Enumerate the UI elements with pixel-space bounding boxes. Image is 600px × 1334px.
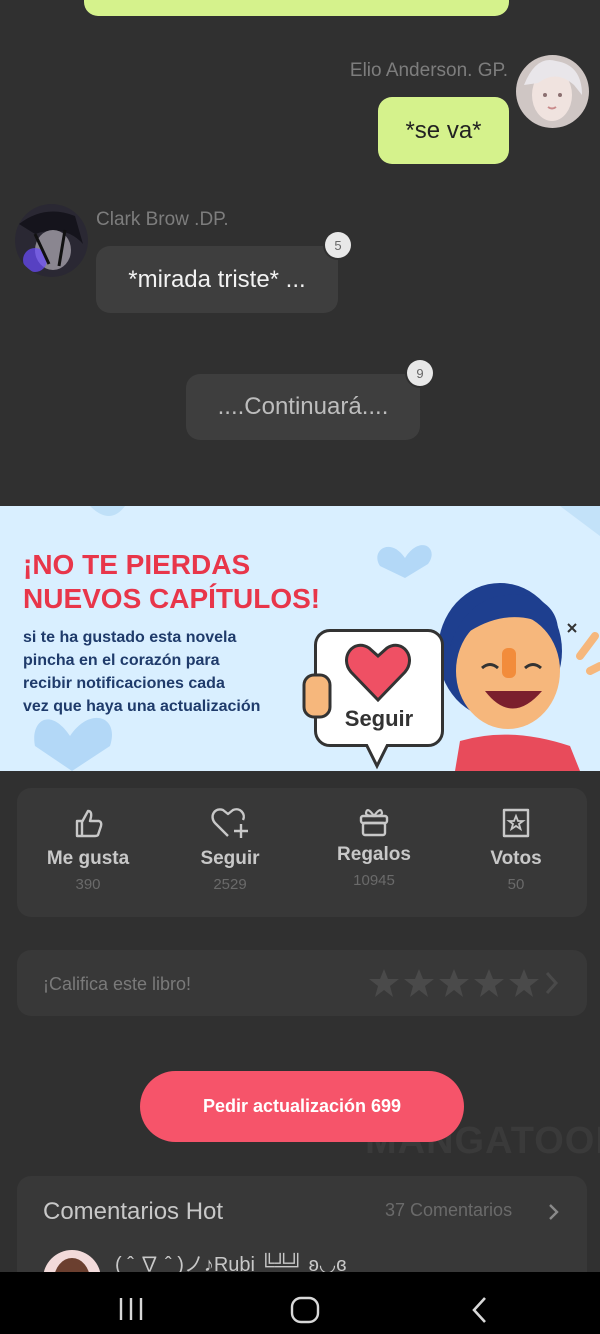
message-bubble[interactable]: *mirada triste* ... [96,246,338,313]
rating-stars[interactable] [367,967,567,999]
votes-button[interactable]: Votos 50 [451,806,581,893]
vote-ticket-icon [502,808,530,838]
banner-title: ¡NO TE PIERDAS NUEVOS CAPÍTULOS! [23,549,321,614]
stats-panel: Me gusta 390 Seguir 2529 Regalos 10945 V… [17,788,587,917]
back-icon[interactable] [468,1295,490,1325]
follow-promo-banner[interactable]: ¡NO TE PIERDAS NUEVOS CAPÍTULOS! si te h… [0,506,600,771]
gift-icon [359,809,389,837]
thumbs-up-icon [75,809,103,838]
stat-count: 390 [75,876,101,893]
heart-plus-icon [211,808,248,838]
mascot-character-icon [438,583,600,771]
stat-count: 2529 [213,876,247,893]
previous-message-bubble [84,0,509,16]
heart-icon [345,644,411,702]
like-button[interactable]: Me gusta 390 [23,806,153,893]
message-bubble[interactable]: *se va* [378,97,509,164]
follow-button[interactable]: Seguir 2529 [165,806,295,893]
rating-panel[interactable]: ¡Califica este libro! [17,950,587,1016]
sender-name: Clark Brow .DP. [96,209,229,230]
home-icon[interactable] [290,1296,320,1324]
reply-count-badge[interactable]: 9 [407,360,433,386]
stat-label: Regalos [337,844,411,865]
gifts-button[interactable]: Regalos 10945 [309,804,439,889]
comments-count-link[interactable]: 37 Comentarios [385,1200,512,1221]
stat-count: 50 [507,876,525,893]
system-navigation-bar [0,1272,600,1334]
stat-label: Votos [490,848,542,869]
reply-count-badge[interactable]: 5 [325,232,351,258]
sign-label: Seguir [344,706,414,731]
avatar[interactable] [15,204,88,277]
comments-title: Comentarios Hot [43,1198,224,1225]
avatar[interactable] [516,55,589,128]
narration-bubble[interactable]: ....Continuará.... [186,374,420,440]
request-update-button[interactable]: Pedir actualización 699 [140,1071,464,1142]
stat-label: Seguir [200,848,260,869]
rating-prompt: ¡Califica este libro! [43,974,192,994]
stat-count: 10945 [353,872,395,889]
recent-apps-icon[interactable] [117,1296,145,1322]
banner-body-text: si te ha gustado esta novela pincha en e… [23,629,261,715]
sender-name: Elio Anderson. GP. [349,60,508,81]
chevron-right-icon[interactable] [547,1202,561,1222]
hand-icon [302,673,332,719]
stat-label: Me gusta [46,848,130,869]
arrow-down-icon [364,744,390,770]
